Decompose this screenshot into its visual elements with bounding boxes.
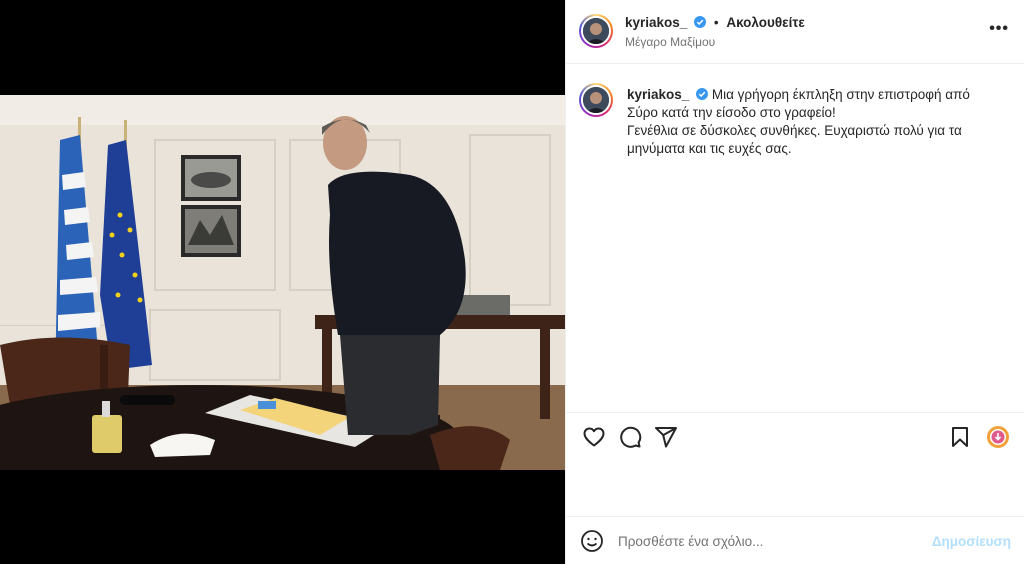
download-extension-icon[interactable]: [986, 425, 1010, 449]
post-photo[interactable]: [0, 95, 565, 470]
author-username[interactable]: kyriakos_: [625, 15, 687, 30]
post-actions-bar: [566, 412, 1024, 460]
separator-dot: •: [713, 15, 719, 30]
add-comment-bar: Δημοσίευση: [566, 516, 1024, 564]
comment-input[interactable]: [618, 529, 918, 553]
post-header: kyriakos_ • Ακολουθείτε Μέγαρο Μαξίμου •…: [566, 0, 1024, 64]
more-options-icon[interactable]: •••: [989, 21, 1009, 37]
caption-line-2: Γενέθλια σε δύσκολες συνθήκες. Ευχαριστώ…: [627, 123, 962, 156]
caption-text: kyriakos_ Μια γρήγορη έκπληξη στην επιστ…: [627, 86, 997, 158]
post-media[interactable]: [0, 0, 565, 564]
caption-username[interactable]: kyriakos_: [627, 87, 689, 102]
author-avatar[interactable]: [579, 14, 613, 48]
send-icon[interactable]: [654, 425, 678, 449]
bookmark-icon[interactable]: [948, 425, 972, 449]
header-title-row: kyriakos_ • Ακολουθείτε: [625, 15, 805, 30]
post-location[interactable]: Μέγαρο Μαξίμου: [625, 35, 715, 49]
post-comment-button[interactable]: Δημοσίευση: [932, 534, 1011, 549]
verified-badge-icon: [696, 88, 709, 100]
verified-badge-icon: [694, 16, 707, 28]
emoji-icon[interactable]: [580, 529, 604, 553]
caption-avatar[interactable]: [579, 83, 613, 117]
post-details-panel: kyriakos_ • Ακολουθείτε Μέγαρο Μαξίμου •…: [565, 0, 1024, 564]
post-caption: kyriakos_ Μια γρήγορη έκπληξη στην επιστ…: [566, 64, 1024, 412]
heart-icon[interactable]: [582, 425, 606, 449]
follow-status-button[interactable]: Ακολουθείτε: [726, 15, 804, 30]
comment-icon[interactable]: [618, 425, 642, 449]
